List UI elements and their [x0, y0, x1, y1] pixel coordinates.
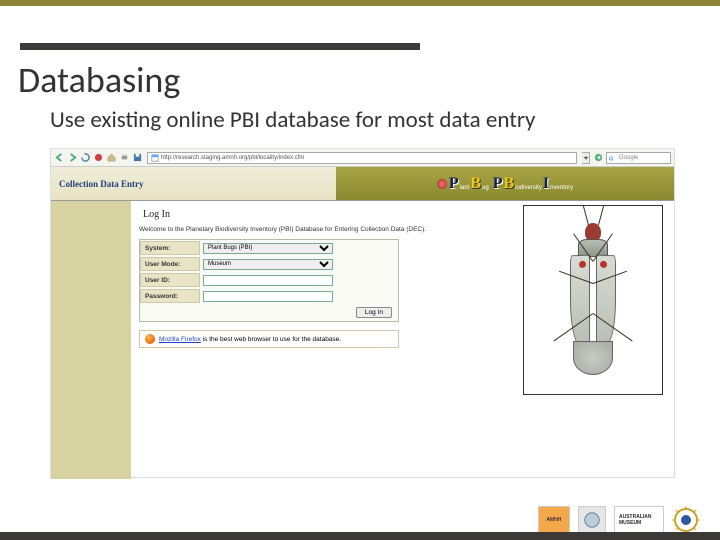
banner-title: Collection Data Entry — [51, 167, 336, 200]
left-sidebar — [51, 201, 131, 479]
search-box[interactable]: G Google — [606, 152, 671, 164]
forward-icon[interactable] — [67, 153, 77, 163]
reload-icon[interactable] — [80, 153, 90, 163]
login-form: System: Plant Bugs (PBI) User Mode: Muse… — [139, 239, 399, 322]
firefox-icon — [145, 334, 155, 344]
main-content: Log In Welcome to the Planetary Biodiver… — [131, 201, 519, 479]
userid-label: User ID: — [140, 273, 200, 287]
system-select[interactable]: Plant Bugs (PBI) — [203, 243, 333, 254]
mode-label: User Mode: — [140, 257, 200, 271]
login-heading: Log In — [143, 209, 511, 220]
footer-logos: AMNH AUSTRALIAN MUSEUM — [538, 506, 700, 534]
browser-screenshot: http://research.staging.amnh.org/pbi/loc… — [50, 148, 675, 478]
mode-select[interactable]: Museum — [203, 259, 333, 270]
welcome-text: Welcome to the Planetary Biodiversity In… — [139, 226, 511, 233]
home-icon[interactable] — [106, 153, 116, 163]
userid-input[interactable] — [203, 275, 333, 286]
sponsor-logo-1: AMNH — [538, 506, 570, 534]
save-icon[interactable] — [132, 153, 142, 163]
firefox-link[interactable]: Mozilla Firefox — [159, 336, 201, 343]
login-button[interactable]: Log In — [356, 307, 392, 318]
sponsor-logo-2 — [578, 506, 606, 534]
sponsor-logo-4 — [672, 506, 700, 534]
go-icon[interactable] — [593, 153, 603, 163]
page-banner: Collection Data Entry Plant Bug P Biodiv… — [51, 167, 674, 201]
url-text: http://research.staging.amnh.org/pbi/loc… — [161, 155, 304, 161]
svg-text:G: G — [609, 156, 613, 162]
print-icon[interactable] — [119, 153, 129, 163]
insect-image — [523, 205, 663, 395]
right-column — [519, 201, 674, 479]
browser-toolbar: http://research.staging.amnh.org/pbi/loc… — [51, 149, 674, 167]
stop-icon[interactable] — [93, 153, 103, 163]
search-engine-label: Google — [619, 155, 638, 161]
bottom-bar — [0, 532, 720, 540]
url-dropdown[interactable] — [582, 152, 590, 164]
system-label: System: — [140, 241, 200, 255]
site-logo: Plant Bug P Biodiversity Inventory — [336, 167, 674, 200]
slide-title: Databasing — [18, 58, 180, 102]
back-icon[interactable] — [54, 153, 64, 163]
slide-subtitle: Use existing online PBI database for mos… — [50, 106, 535, 134]
firefox-note: Mozilla Firefox is the best web browser … — [139, 330, 399, 348]
sponsor-logo-3: AUSTRALIAN MUSEUM — [614, 506, 664, 534]
password-label: Password: — [140, 289, 200, 303]
url-bar[interactable]: http://research.staging.amnh.org/pbi/loc… — [147, 152, 577, 164]
firefox-text: is the best web browser to use for the d… — [201, 336, 341, 343]
accent-bar — [20, 43, 420, 50]
password-input[interactable] — [203, 291, 333, 302]
